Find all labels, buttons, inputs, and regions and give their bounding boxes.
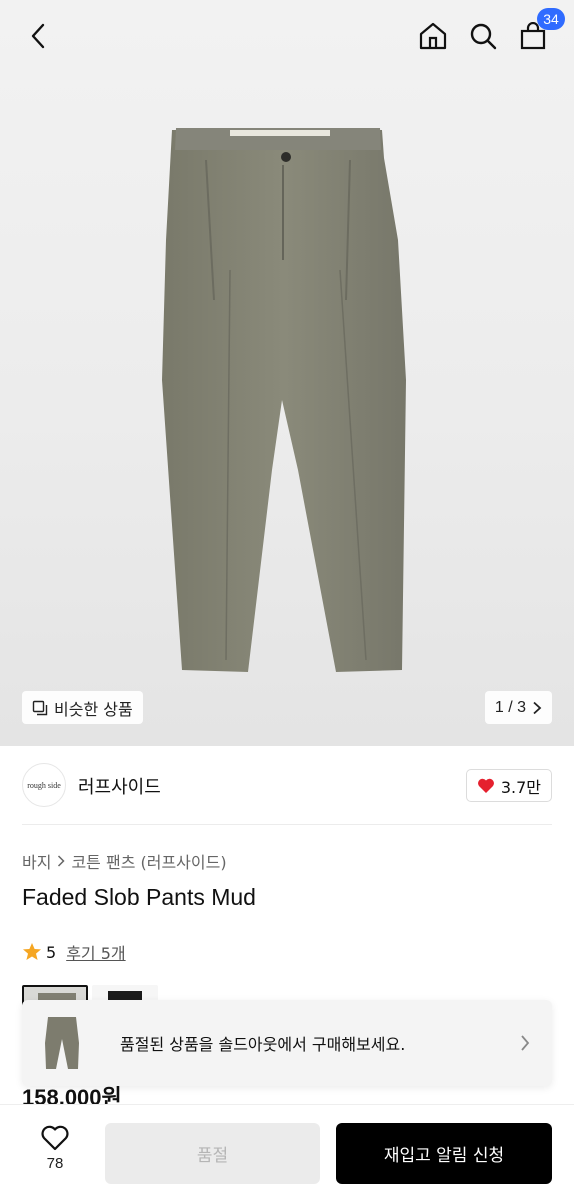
soldout-button[interactable]: 품절 bbox=[105, 1123, 320, 1184]
restock-alert-label: 재입고 알림 신청 bbox=[383, 1146, 505, 1166]
brand-like-count: 3.7만 bbox=[500, 777, 541, 797]
brand-name[interactable]: 러프사이드 bbox=[78, 773, 161, 799]
wishlist-count: 78 bbox=[46, 1155, 64, 1172]
brand-like-button[interactable]: 3.7만 bbox=[465, 769, 552, 802]
bottom-action-bar: 78 품절 재입고 알림 신청 bbox=[0, 1104, 574, 1200]
wishlist-button[interactable]: 78 bbox=[34, 1125, 76, 1172]
breadcrumb: 바지 코튼 팬츠 (러프사이드) bbox=[22, 849, 227, 873]
product-rating: 5 후기 5개 bbox=[22, 940, 126, 964]
back-button[interactable] bbox=[20, 18, 56, 54]
heart-icon bbox=[477, 778, 494, 793]
cart-count-badge: 34 bbox=[537, 8, 565, 30]
chevron-left-icon bbox=[31, 23, 45, 49]
banner-text: 품절된 상품을 솔드아웃에서 구매해보세요. bbox=[120, 1035, 406, 1054]
chevron-right-icon bbox=[58, 855, 66, 867]
cart-button[interactable]: 34 bbox=[515, 8, 565, 54]
home-button[interactable] bbox=[415, 18, 451, 54]
divider bbox=[22, 824, 552, 825]
breadcrumb-subcategory[interactable]: 코튼 팬츠 (러프사이드) bbox=[71, 849, 226, 873]
brand-row: rough side 러프사이드 3.7만 bbox=[0, 746, 574, 826]
reviews-link[interactable]: 후기 5개 bbox=[66, 940, 125, 964]
brand-logo-text: rough side bbox=[27, 780, 61, 790]
page-indicator-text: 1 / 3 bbox=[494, 698, 526, 716]
search-button[interactable] bbox=[465, 18, 501, 54]
chevron-right-icon bbox=[533, 701, 542, 714]
breadcrumb-category[interactable]: 바지 bbox=[22, 849, 51, 873]
image-page-indicator[interactable]: 1 / 3 bbox=[484, 691, 552, 724]
product-image-gallery[interactable]: 비슷한 상품 1 / 3 bbox=[0, 0, 574, 746]
search-icon bbox=[470, 23, 497, 50]
soldout-marketplace-banner[interactable]: 품절된 상품을 솔드아웃에서 구매해보세요. bbox=[22, 1000, 552, 1086]
similar-products-button[interactable]: 비슷한 상품 bbox=[22, 691, 143, 724]
soldout-button-label: 품절 bbox=[196, 1146, 229, 1166]
home-icon bbox=[419, 22, 447, 50]
rating-score: 5 bbox=[46, 942, 57, 962]
product-title: Faded Slob Pants Mud bbox=[22, 884, 256, 910]
heart-outline-icon bbox=[41, 1125, 69, 1151]
brand-logo[interactable]: rough side bbox=[22, 763, 66, 807]
star-icon bbox=[23, 943, 41, 960]
top-navigation-bar: 34 bbox=[0, 0, 574, 76]
chevron-right-icon bbox=[521, 1035, 530, 1051]
restock-alert-button[interactable]: 재입고 알림 신청 bbox=[336, 1123, 552, 1184]
similar-products-label: 비슷한 상품 bbox=[54, 699, 133, 719]
banner-product-thumbnail bbox=[45, 1017, 79, 1069]
product-image bbox=[162, 128, 406, 672]
copy-icon bbox=[32, 700, 48, 715]
